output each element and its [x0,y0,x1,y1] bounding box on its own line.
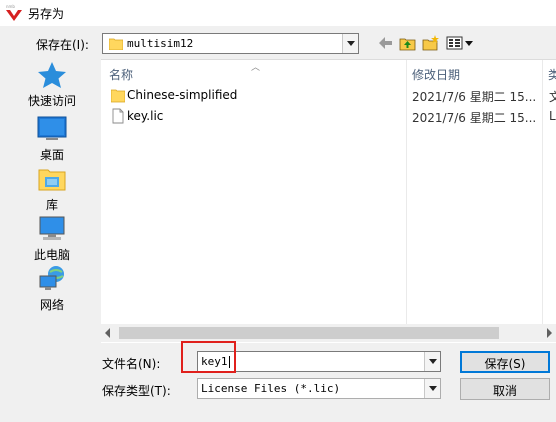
save-in-value: multisim12 [127,37,194,50]
sort-up-icon: ︿ [251,63,261,73]
up-folder-icon[interactable] [399,34,416,52]
library-icon [38,169,66,191]
file-list[interactable]: ︿ 名称 修改日期 类 Chinese-simplified 2021/7/6 … [101,59,556,343]
file-type: L [549,109,556,123]
place-label: 桌面 [39,148,64,162]
chevron-down-icon[interactable] [342,34,358,53]
list-item[interactable]: key.lic 2021/7/6 星期二 15... L [101,106,556,127]
place-label: 快速访问 [27,94,76,108]
place-this-pc[interactable]: 此电脑 [22,214,82,264]
file-date: 2021/7/6 星期二 15... [412,111,537,125]
chevron-down-icon[interactable] [424,352,440,371]
cancel-button[interactable]: 取消 [460,378,550,400]
desktop-icon [37,116,67,140]
column-header-name[interactable]: 名称 [109,60,133,84]
file-type: 文 [549,90,556,104]
save-in-label: 保存在(I): [36,38,89,52]
file-name: Chinese-simplified [127,88,238,102]
highlight-box [181,341,236,373]
column-header-type[interactable]: 类 [548,60,556,84]
list-item[interactable]: Chinese-simplified 2021/7/6 星期二 15... 文 [101,85,556,106]
horizontal-scrollbar[interactable] [101,324,556,342]
folder-icon [111,89,125,103]
scroll-left-icon[interactable] [105,328,110,338]
place-label: 此电脑 [33,248,70,262]
document-icon [112,108,124,124]
folder-icon [109,38,123,50]
view-menu-icon[interactable] [446,34,474,52]
scroll-thumb[interactable] [119,327,499,339]
place-label: 网络 [39,298,64,312]
save-as-dialog: nmb 另存为 保存在(I): multisim12 快速访问 桌面 库 此电脑… [0,0,556,422]
window-title: 另存为 [28,7,65,21]
filetype-select[interactable]: License Files (*.lic) [197,378,441,399]
place-quick-access[interactable]: 快速访问 [22,60,82,110]
title-bar: nmb 另存为 [0,0,556,26]
multisim-logo-icon: nmb [6,4,22,21]
svg-text:nmb: nmb [6,4,15,9]
chevron-down-icon[interactable] [424,379,440,398]
column-header-date[interactable]: 修改日期 [412,60,460,84]
place-desktop[interactable]: 桌面 [22,114,82,164]
save-button[interactable]: 保存(S) [460,351,550,373]
network-icon [39,266,64,290]
new-folder-icon[interactable] [422,34,440,52]
place-library[interactable]: 库 [22,164,82,214]
star-icon [38,62,66,88]
computer-icon [39,216,65,240]
filetype-value: License Files (*.lic) [201,382,341,395]
place-network[interactable]: 网络 [22,264,82,314]
file-date: 2021/7/6 星期二 15... [412,90,537,104]
place-label: 库 [45,198,58,212]
back-arrow-icon[interactable] [377,34,393,52]
scroll-right-icon[interactable] [547,328,552,338]
filename-label: 文件名(N): [102,357,161,371]
filetype-label: 保存类型(T): [102,384,171,398]
save-in-dropdown[interactable]: multisim12 [102,33,359,54]
file-name: key.lic [127,109,164,123]
